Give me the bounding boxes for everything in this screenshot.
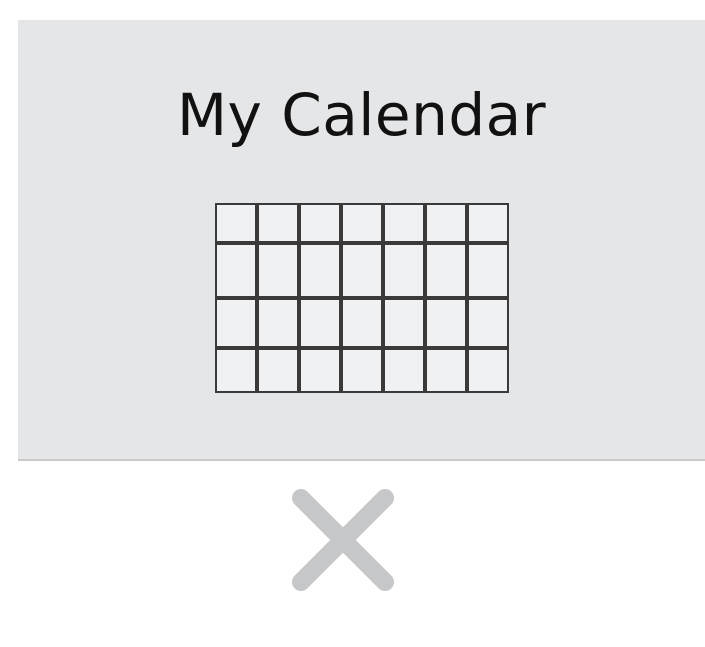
close-button[interactable] [287, 484, 399, 596]
calendar-icon [215, 203, 509, 393]
app-frame: My Calendar [0, 0, 705, 647]
page-title: My Calendar [176, 81, 547, 149]
close-icon [292, 489, 394, 591]
calendar-preview-panel: My Calendar [18, 20, 705, 459]
